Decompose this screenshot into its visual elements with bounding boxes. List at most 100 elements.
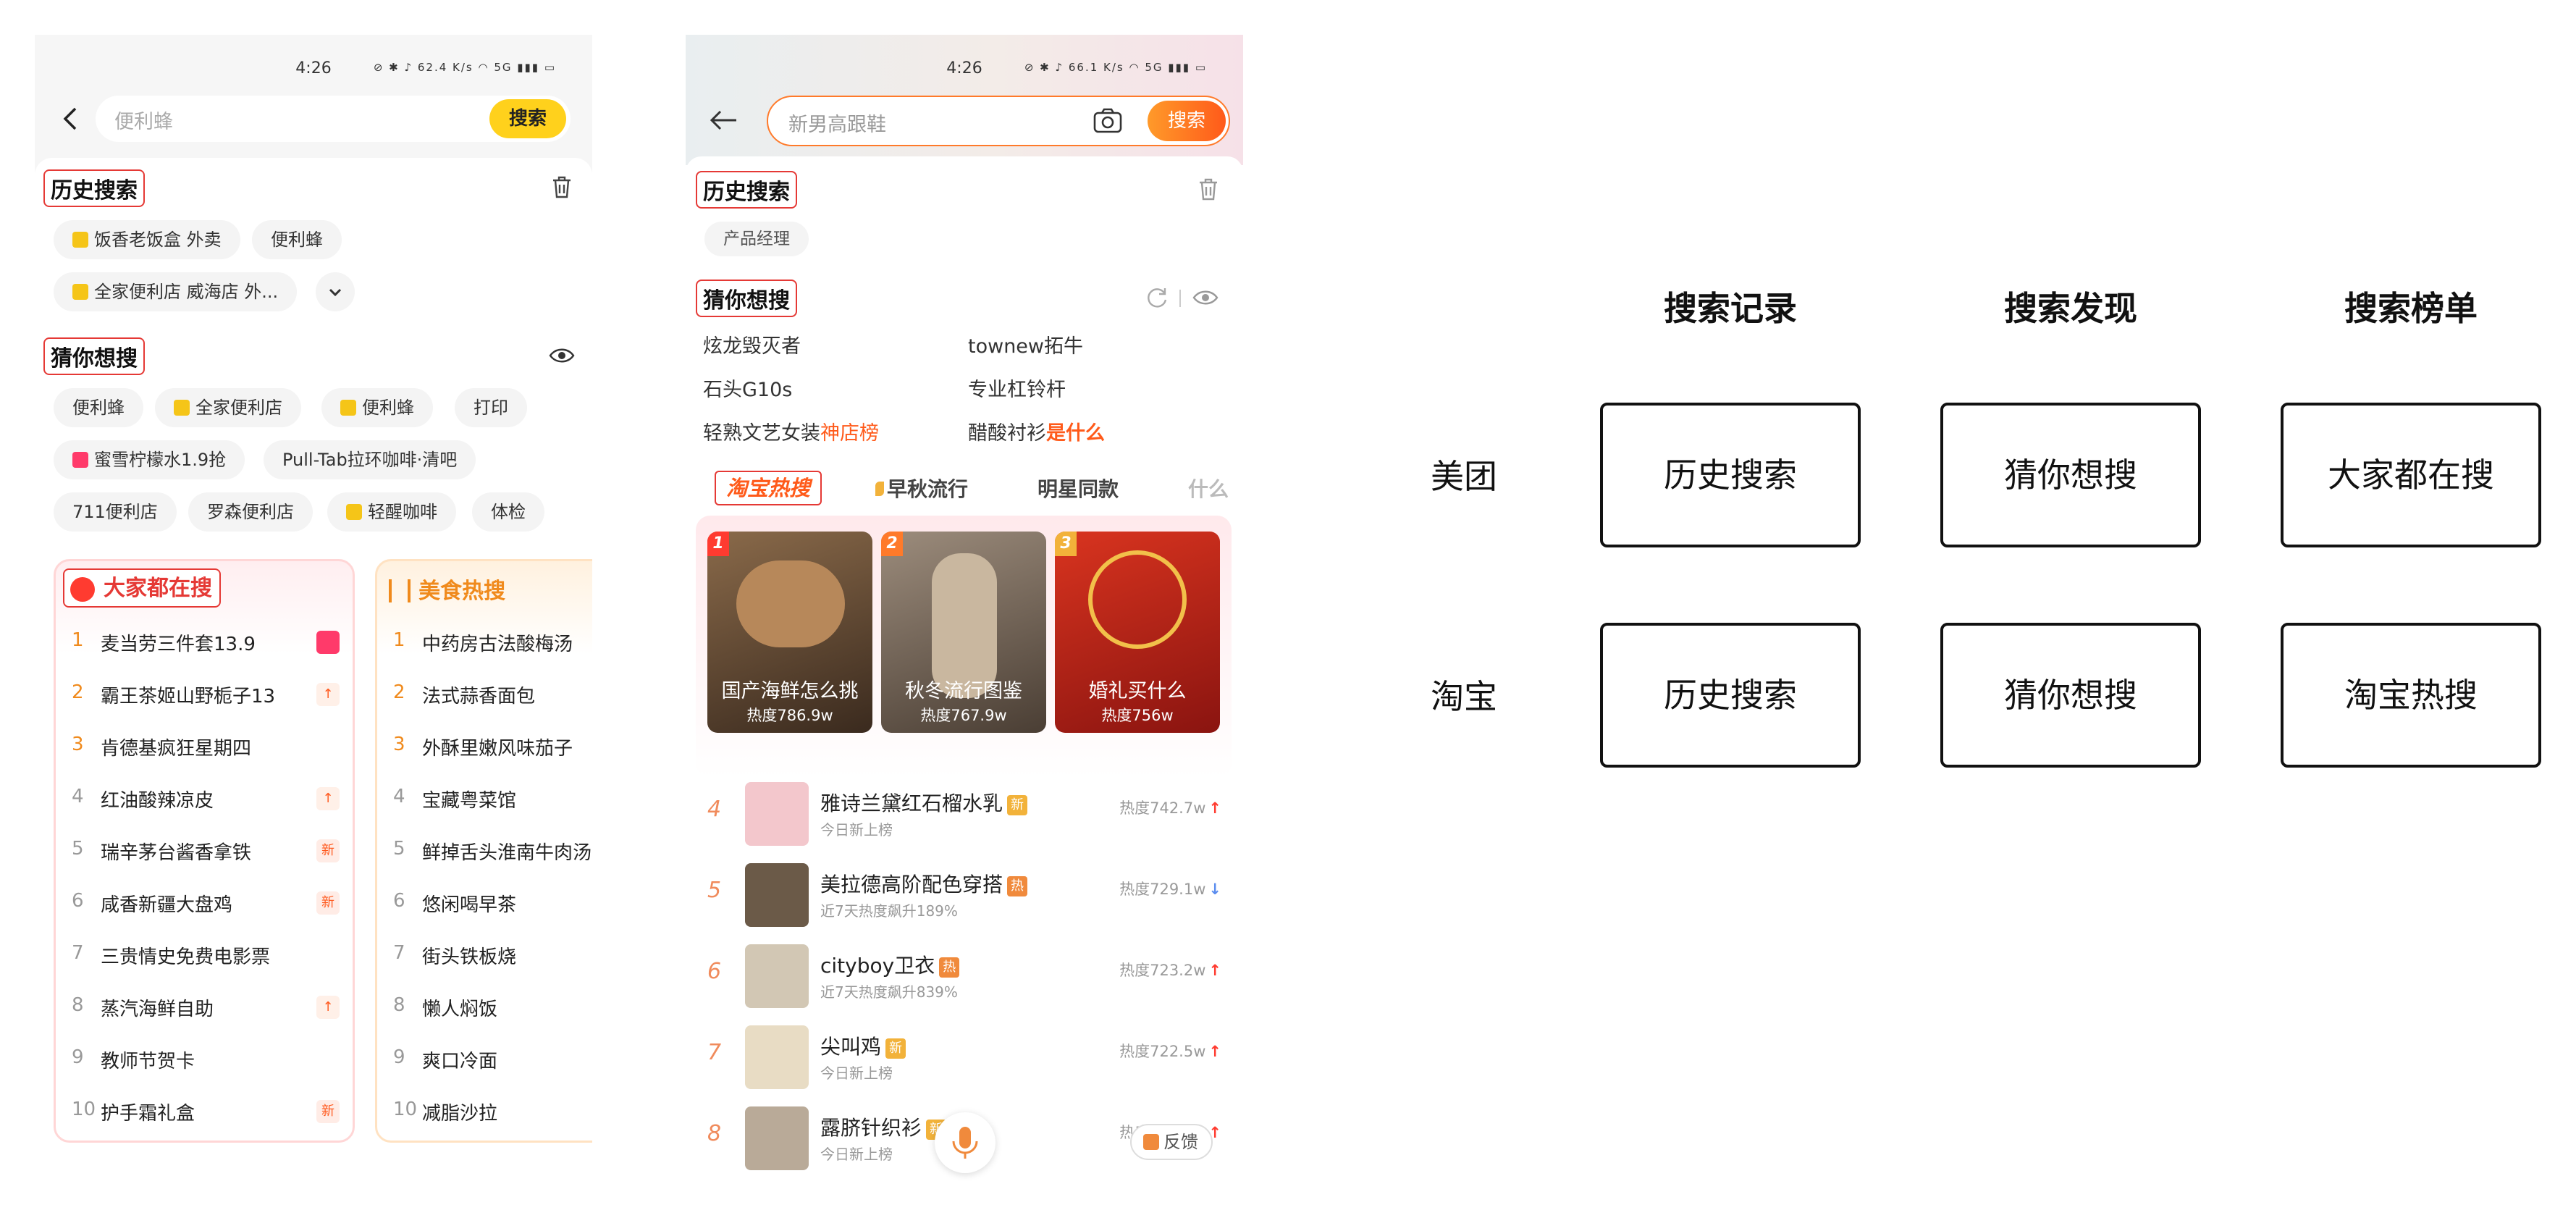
expand-chevron-icon[interactable] [316, 272, 355, 311]
leaf-icon [875, 482, 884, 496]
tab-hot[interactable]: 淘宝热搜 [715, 471, 822, 505]
search-button[interactable]: 搜索 [1148, 101, 1226, 141]
guess-chip[interactable]: 全家便利店 [155, 388, 301, 427]
guess-chip[interactable]: 罗森便利店 [188, 492, 313, 532]
hot-list-row[interactable]: 5 瑞辛茅台酱香拿铁 新 [56, 825, 353, 877]
matrix-row-label: 美团 [1431, 457, 1497, 496]
card-title: 国产海鲜怎么挑 [721, 680, 859, 702]
guess-item[interactable]: 醋酸衬衫是什么 [968, 417, 1105, 445]
item-heat: 热度742.7w ↑ [1119, 797, 1221, 818]
top-card[interactable]: 2 秋冬流行图鉴 热度767.9w [881, 532, 1046, 733]
hot-list-item[interactable]: 4 雅诗兰黛红石榴水乳新今日新上榜 热度742.7w ↑ [686, 775, 1243, 856]
matrix-cell: 历史搜索 [1600, 623, 1861, 768]
food-list-row[interactable]: 10 减脂沙拉 [377, 1085, 592, 1138]
trash-icon[interactable] [1197, 177, 1220, 201]
food-list-row[interactable]: 5 鲜掉舌头淮南牛肉汤 [377, 825, 592, 877]
hot-list-item[interactable]: 7 尖叫鸡新今日新上榜 热度722.5w ↑ [686, 1018, 1243, 1099]
guess-chip[interactable]: 蜜雪柠檬水1.9抢 [54, 440, 245, 479]
tab-label: 早秋流行 [887, 477, 969, 501]
rank-text: 鲜掉舌头淮南牛肉汤 [422, 842, 592, 864]
hot-list-row[interactable]: 10 护手霜礼盒 新 [56, 1085, 353, 1138]
guess-chip[interactable]: 轻醒咖啡 [327, 492, 456, 532]
trend-up-icon: ↑ [1208, 799, 1221, 817]
guess-chip[interactable]: 711便利店 [54, 492, 177, 532]
status-icons: ⊘ ✱ ♪ 66.1 K/s ◠ 5G ▮▮▮ ▭ [1024, 61, 1207, 74]
guess-item[interactable]: 石头G10s [703, 374, 792, 402]
voice-button[interactable] [935, 1112, 996, 1173]
rank-number: 8 [707, 1121, 722, 1146]
hot-list-row[interactable]: 7 三贵情史免费电影票 [56, 929, 353, 981]
camera-icon[interactable] [1093, 107, 1123, 135]
guess-item[interactable]: 轻熟文艺女装神店榜 [703, 417, 879, 445]
guess-chip[interactable]: Pull-Tab拉环咖啡·清吧 [264, 440, 476, 479]
rank-number: 8 [72, 994, 84, 1016]
hot-list-row[interactable]: 9 教师节贺卡 [56, 1033, 353, 1085]
back-arrow-icon[interactable] [56, 104, 85, 133]
hot-list-row[interactable]: 8 蒸汽海鲜自助 ↑ [56, 981, 353, 1033]
hot-list-item[interactable]: 9体检套餐 [686, 1180, 1243, 1183]
top-card[interactable]: 3 婚礼买什么 热度756w [1055, 532, 1220, 733]
rank-text: 肯德基疯狂星期四 [101, 738, 252, 760]
food-list-row[interactable]: 3 外酥里嫩风味茄子 [377, 721, 592, 773]
matrix-cell: 大家都在搜 [2281, 403, 2541, 547]
chip-label: 便利蜂 [362, 398, 414, 418]
guess-suffix: 神店榜 [820, 422, 879, 445]
tab-autumn[interactable]: 早秋流行 [875, 474, 968, 503]
hot-list-row[interactable]: 3 肯德基疯狂星期四 [56, 721, 353, 773]
rank-text: 悠闲喝早茶 [422, 894, 517, 916]
chip-label: 产品经理 [723, 230, 790, 248]
tab-celebrity[interactable]: 明星同款 [1037, 474, 1119, 503]
rank-badge: 1 [707, 532, 729, 556]
eye-icon[interactable] [549, 345, 575, 366]
hot-list-row[interactable]: 2 霸王茶姬山野栀子13 ↑ [56, 668, 353, 721]
history-chip[interactable]: 饭香老饭盒 外卖 [54, 220, 240, 259]
eye-icon[interactable] [1192, 287, 1218, 308]
trash-icon[interactable] [550, 175, 573, 199]
rank-text: 护手霜礼盒 [101, 1103, 195, 1125]
photo [745, 863, 809, 927]
guess-chip[interactable]: 体检 [472, 492, 544, 532]
chip-label: 711便利店 [72, 502, 158, 522]
refresh-icon[interactable] [1145, 285, 1169, 310]
food-list-header: 美食热搜 [389, 573, 505, 605]
rank-text: 懒人焖饭 [422, 999, 498, 1020]
feedback-button[interactable]: 反馈 [1130, 1124, 1213, 1160]
top-card[interactable]: 1 国产海鲜怎么挑 热度786.9w [707, 532, 872, 733]
rank-text: 减脂沙拉 [422, 1103, 498, 1125]
trend-up-icon: ↑ [316, 996, 340, 1019]
photo [745, 782, 809, 846]
food-list-row[interactable]: 1 中药房古法酸梅汤 [377, 616, 592, 668]
food-list-row[interactable]: 4 宝藏粤菜馆 [377, 773, 592, 825]
food-list-row[interactable]: 9 爽口冷面 [377, 1033, 592, 1085]
trend-up-icon: ↑ [1208, 1043, 1221, 1060]
hot-list-item[interactable]: 6 cityboy卫衣热近7天热度飙升839% 热度723.2w ↑ [686, 937, 1243, 1018]
guess-item[interactable]: 炫龙毁灭者 [703, 330, 801, 358]
food-list-row[interactable]: 7 街头铁板烧 [377, 929, 592, 981]
hot-list-row[interactable]: 6 咸香新疆大盘鸡 新 [56, 877, 353, 929]
food-list-row[interactable]: 8 懒人焖饭 [377, 981, 592, 1033]
food-list-row[interactable]: 2 法式蒜香面包 [377, 668, 592, 721]
search-button[interactable]: 搜索 [489, 99, 566, 138]
tab-more[interactable]: 什么 [1188, 474, 1232, 503]
guess-item[interactable]: 专业杠铃杆 [968, 374, 1066, 402]
matrix-cell: 猜你想搜 [1940, 623, 2201, 768]
history-chip[interactable]: 便利蜂 [252, 220, 342, 259]
rank-text: 街头铁板烧 [422, 946, 517, 968]
history-title: 历史搜索 [696, 171, 797, 209]
guess-chip[interactable]: 便利蜂 [321, 388, 433, 427]
back-arrow-icon[interactable] [707, 107, 739, 133]
hot-list-row[interactable]: 4 红油酸辣凉皮 ↑ [56, 773, 353, 825]
history-chip[interactable]: 全家便利店 威海店 外... [54, 272, 298, 311]
search-input[interactable]: 新男高跟鞋 [788, 109, 886, 137]
search-input[interactable]: 便利蜂 [114, 106, 173, 134]
rank-text: 法式蒜香面包 [422, 686, 536, 707]
food-list-row[interactable]: 6 悠闲喝早茶 [377, 877, 592, 929]
search-bar[interactable]: 便利蜂 搜索 [96, 96, 571, 142]
hot-list-item[interactable]: 5 美拉德高阶配色穿搭热近7天热度飙升189% 热度729.1w ↓ [686, 856, 1243, 937]
history-chip[interactable]: 产品经理 [704, 222, 809, 256]
search-bar[interactable]: 新男高跟鞋 搜索 [767, 96, 1230, 146]
guess-item[interactable]: townew拓牛 [968, 330, 1083, 358]
guess-chip[interactable]: 打印 [455, 388, 527, 427]
guess-chip[interactable]: 便利蜂 [54, 388, 143, 427]
hot-list-row[interactable]: 1 麦当劳三件套13.9 [56, 616, 353, 668]
